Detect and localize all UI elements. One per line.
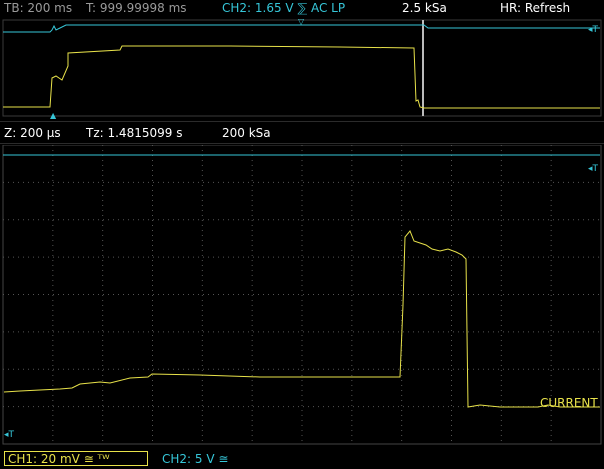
zoom-timebase-readout[interactable]: Z: 200 µs <box>4 125 61 141</box>
bottom-trigger-marker-icon: ◂T <box>4 430 15 440</box>
ch1-settings-button[interactable]: CH1: 20 mV ≅ ᵀᵂ <box>4 451 148 466</box>
timebase-readout[interactable]: TB: 200 ms <box>4 0 72 16</box>
trigger-time-readout[interactable]: T: 999.99998 ms <box>86 0 187 16</box>
ch2-trigger-readout[interactable]: CH2: 1.65 V ⅀ AC LP <box>222 0 345 16</box>
overview-waveform-panel[interactable]: ▽ ▲ <box>0 16 604 120</box>
hr-mode-readout[interactable]: HR: Refresh <box>500 0 570 16</box>
panel-divider <box>0 121 604 122</box>
overview-trigger-marker-icon: ◂T <box>588 25 599 35</box>
zoom-status-bar: Z: 200 µs Tz: 1.4815099 s 200 kSa <box>0 125 604 141</box>
zoom-sample-rate-readout: 200 kSa <box>222 126 271 140</box>
trigger-point-icon: ▲ <box>50 111 57 120</box>
top-status-bar: TB: 200 ms T: 999.99998 ms CH2: 1.65 V ⅀… <box>0 0 604 16</box>
trigger-position-icon: ▽ <box>298 17 305 26</box>
ch2-settings-button[interactable]: CH2: 5 V ≅ <box>162 451 228 467</box>
current-trace-label[interactable]: CURRENT <box>540 396 598 410</box>
sample-rate-readout: 2.5 kSa <box>402 1 447 15</box>
main-trigger-marker-icon: ◂T <box>588 164 599 174</box>
panel-divider-2 <box>0 143 604 144</box>
zoom-waveform-grid[interactable] <box>0 145 604 445</box>
zoom-time-readout[interactable]: Tz: 1.4815099 s <box>86 125 182 141</box>
